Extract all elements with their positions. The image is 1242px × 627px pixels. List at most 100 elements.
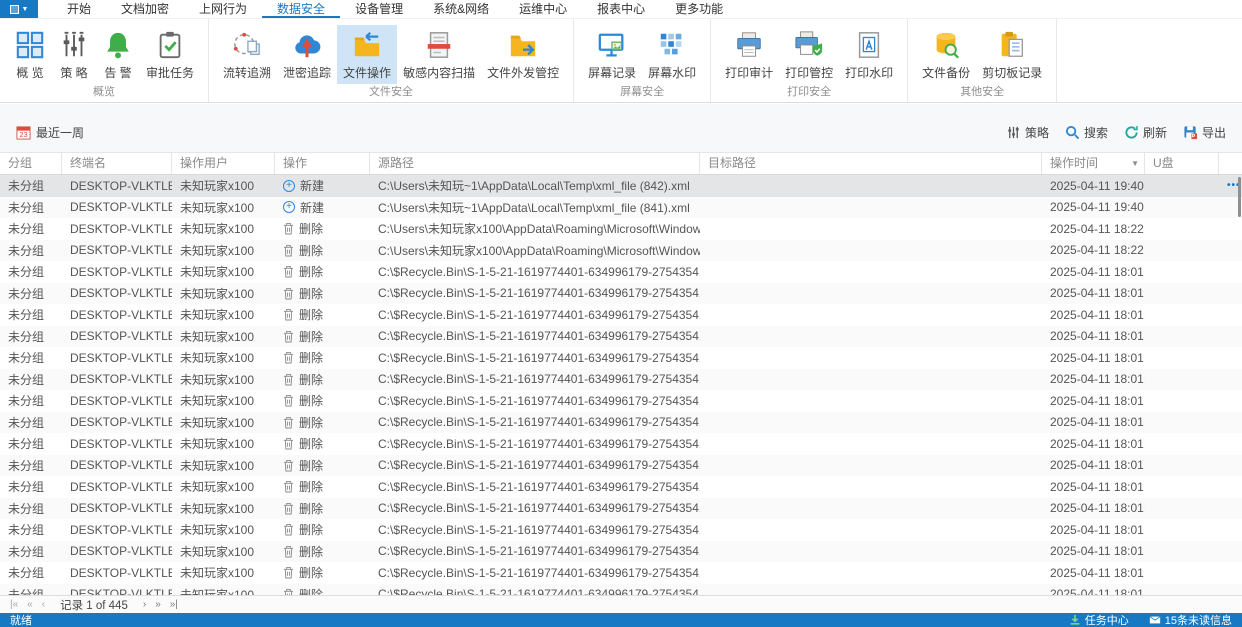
cell-terminal: DESKTOP-VLKTLE1 xyxy=(70,587,172,595)
table-row[interactable]: 未分组 DESKTOP-VLKTLE1 未知玩家x100 删除 C:\$Recycle.… xyxy=(0,368,1242,390)
cell-terminal: DESKTOP-VLKTLE1 xyxy=(70,372,172,387)
search-button[interactable]: 搜索 xyxy=(1065,124,1108,141)
ribbon-item-leak-tracking[interactable]: 泄密追踪 xyxy=(277,25,337,84)
cell-terminal: DESKTOP-VLKTLE1 xyxy=(70,501,172,516)
fast-forward-button[interactable]: » xyxy=(153,599,163,610)
cell-operation: + 新建 xyxy=(275,199,370,216)
ribbon-item-print-control[interactable]: 打印管控 xyxy=(779,25,839,84)
table-row[interactable]: 未分组 DESKTOP-VLKTLE1 未知玩家x100 删除 C:\$Recycle.… xyxy=(0,540,1242,562)
cell-group: 未分组 xyxy=(8,566,45,581)
table-row[interactable]: 未分组 DESKTOP-VLKTLE1 未知玩家x100 删除 C:\$Recycle.… xyxy=(0,282,1242,304)
ribbon-item-alerts[interactable]: 告 警 xyxy=(96,25,140,84)
cell-group: 未分组 xyxy=(8,480,45,495)
table-row[interactable]: 未分组 DESKTOP-VLKTLE1 未知玩家x100 删除 C:\$Recycle.… xyxy=(0,390,1242,412)
table-row[interactable]: 未分组 DESKTOP-VLKTLE1 未知玩家x100 删除 C:\$Recycle.… xyxy=(0,519,1242,541)
column-header-user[interactable]: 操作用户 xyxy=(172,153,275,174)
tab-start[interactable]: 开始 xyxy=(52,0,106,18)
tab-data-security[interactable]: 数据安全 xyxy=(262,0,340,18)
unread-messages-label: 15条未读信息 xyxy=(1164,615,1232,627)
cell-user: 未知玩家x100 xyxy=(180,544,255,559)
next-page-button[interactable]: › xyxy=(141,599,148,610)
fast-back-button[interactable]: « xyxy=(25,599,35,610)
search-label: 搜索 xyxy=(1083,125,1108,140)
table-row[interactable]: 未分组 DESKTOP-VLKTLE1 未知玩家x100 删除 C:\$Recycle.… xyxy=(0,562,1242,584)
cell-source-path: C:\Users\未知玩家x100\AppData\Roaming\Micros… xyxy=(378,243,700,258)
cell-terminal: DESKTOP-VLKTLE1 xyxy=(70,479,172,494)
ribbon-item-sensitive-content-scan[interactable]: 敏感内容扫描 xyxy=(397,25,481,84)
table-row[interactable]: 未分组 DESKTOP-VLKTLE1 未知玩家x100 删除 C:\Users\未知玩… xyxy=(0,239,1242,261)
table-row[interactable]: 未分组 DESKTOP-VLKTLE1 未知玩家x100 删除 C:\$Recycle.… xyxy=(0,325,1242,347)
table-row[interactable]: 未分组 DESKTOP-VLKTLE1 未知玩家x100 删除 C:\$Recycle.… xyxy=(0,347,1242,369)
ribbon-item-clipboard-records[interactable]: 剪切板记录 xyxy=(976,25,1048,84)
tab-system-network[interactable]: 系统&网络 xyxy=(418,0,504,18)
unread-messages-button[interactable]: 15条未读信息 xyxy=(1149,612,1232,627)
table-row[interactable]: 未分组 DESKTOP-VLKTLE1 未知玩家x100 删除 C:\Users\未知玩… xyxy=(0,218,1242,240)
tab-more-features[interactable]: 更多功能 xyxy=(660,0,738,18)
first-page-button[interactable]: |« xyxy=(8,599,20,610)
cell-operation: 删除 xyxy=(275,435,370,452)
pixel-watermark-icon xyxy=(656,29,688,61)
tab-doc-encryption[interactable]: 文档加密 xyxy=(106,0,184,18)
ribbon-item-file-operations[interactable]: 文件操作 xyxy=(337,25,398,84)
table-row[interactable]: 未分组 DESKTOP-VLKTLE1 未知玩家x100 删除 C:\$Recycle.… xyxy=(0,411,1242,433)
ribbon-item-print-audit[interactable]: 打印审计 xyxy=(719,25,779,84)
column-header-terminal[interactable]: 终端名 xyxy=(62,153,172,174)
column-header-group[interactable]: 分组 xyxy=(0,153,62,174)
cell-operation-time: 2025-04-11 18:01:38 xyxy=(1050,286,1145,301)
cell-user: 未知玩家x100 xyxy=(180,587,255,595)
tab-web-behavior[interactable]: 上网行为 xyxy=(184,0,262,18)
tab-report-center[interactable]: 报表中心 xyxy=(582,0,660,18)
prev-page-button[interactable]: ‹ xyxy=(40,599,47,610)
ribbon-item-print-watermark[interactable]: 打印水印 xyxy=(839,25,899,84)
printer-icon xyxy=(733,29,765,61)
cell-operation-time: 2025-04-11 18:01:38 xyxy=(1050,458,1145,473)
table-row[interactable]: 未分组 DESKTOP-VLKTLE1 未知玩家x100 删除 C:\$Recycle.… xyxy=(0,454,1242,476)
cell-user: 未知玩家x100 xyxy=(180,329,255,344)
table-row[interactable]: 未分组 DESKTOP-VLKTLE1 未知玩家x100 删除 C:\$Recycle.… xyxy=(0,261,1242,283)
refresh-button[interactable]: 刷新 xyxy=(1124,124,1167,141)
date-range-filter[interactable]: 23 最近一周 xyxy=(16,124,84,141)
ribbon-item-file-outgoing-control[interactable]: 文件外发管控 xyxy=(481,25,565,84)
table-row[interactable]: 未分组 DESKTOP-VLKTLE1 未知玩家x100 删除 C:\$Recycle.… xyxy=(0,497,1242,519)
ribbon-item-overview[interactable]: 概 览 xyxy=(8,25,52,84)
cell-group: 未分组 xyxy=(8,394,45,409)
cell-operation-time: 2025-04-11 18:01:38 xyxy=(1050,307,1145,322)
task-center-button[interactable]: 任务中心 xyxy=(1069,612,1129,627)
tab-ops-center[interactable]: 运维中心 xyxy=(504,0,582,18)
ribbon-group-overview: 概 览 策 略 告 警 审批任务 概览 xyxy=(0,19,210,102)
cell-terminal: DESKTOP-VLKTLE1 xyxy=(70,544,172,559)
app-menu-button[interactable]: ▼ xyxy=(0,0,38,18)
cell-terminal: DESKTOP-VLKTLE1 xyxy=(70,286,172,301)
column-header-time[interactable]: 操作时间 ▼ xyxy=(1042,153,1145,174)
ribbon-item-screen-recording[interactable]: 屏幕记录 xyxy=(582,25,642,84)
ribbon-item-screen-watermark[interactable]: 屏幕水印 xyxy=(642,25,702,84)
table-row[interactable]: 未分组 DESKTOP-VLKTLE1 未知玩家x100 删除 C:\$Recycle.… xyxy=(0,476,1242,498)
delete-trash-icon xyxy=(283,287,294,300)
cell-operation-time: 2025-04-11 18:01:38 xyxy=(1050,393,1145,408)
column-header-source-path[interactable]: 源路径 xyxy=(370,153,700,174)
time-filter-arrow-icon[interactable]: ▼ xyxy=(1131,153,1139,174)
table-row[interactable]: 未分组 DESKTOP-VLKTLE1 未知玩家x100 删除 C:\$Recycle.… xyxy=(0,304,1242,326)
cell-user: 未知玩家x100 xyxy=(180,200,255,215)
ribbon-item-file-backup[interactable]: 文件备份 xyxy=(916,25,976,84)
document-letter-a-icon xyxy=(853,29,885,61)
column-header-operation[interactable]: 操作 xyxy=(275,153,370,174)
export-button[interactable]: 导出 xyxy=(1183,124,1226,141)
cell-operation-time: 2025-04-11 18:01:38 xyxy=(1050,587,1145,595)
ribbon-item-policy[interactable]: 策 略 xyxy=(52,25,96,84)
column-header-usb[interactable]: U盘 xyxy=(1145,153,1219,174)
table-row[interactable]: 未分组 DESKTOP-VLKTLE1 未知玩家x100 + 新建 C:\Users\未知… xyxy=(0,175,1242,197)
table-row[interactable]: 未分组 DESKTOP-VLKTLE1 未知玩家x100 删除 C:\$Recycle.… xyxy=(0,583,1242,595)
table-row[interactable]: 未分组 DESKTOP-VLKTLE1 未知玩家x100 + 新建 C:\Users\未知… xyxy=(0,196,1242,218)
record-count-label: 记录 1 of 445 xyxy=(60,599,128,612)
cell-group: 未分组 xyxy=(8,458,45,473)
ribbon-item-approval-tasks[interactable]: 审批任务 xyxy=(140,25,200,84)
ribbon-item-circulation-trace[interactable]: 流转追溯 xyxy=(217,25,277,84)
table-row[interactable]: 未分组 DESKTOP-VLKTLE1 未知玩家x100 删除 C:\$Recycle.… xyxy=(0,433,1242,455)
new-file-icon: + xyxy=(283,201,295,214)
vertical-scrollbar[interactable] xyxy=(1238,177,1241,217)
last-page-button[interactable]: »| xyxy=(168,599,180,610)
column-header-target-path[interactable]: 目标路径 xyxy=(700,153,1042,174)
tab-device-management[interactable]: 设备管理 xyxy=(340,0,418,18)
policy-button[interactable]: 策略 xyxy=(1006,124,1049,141)
